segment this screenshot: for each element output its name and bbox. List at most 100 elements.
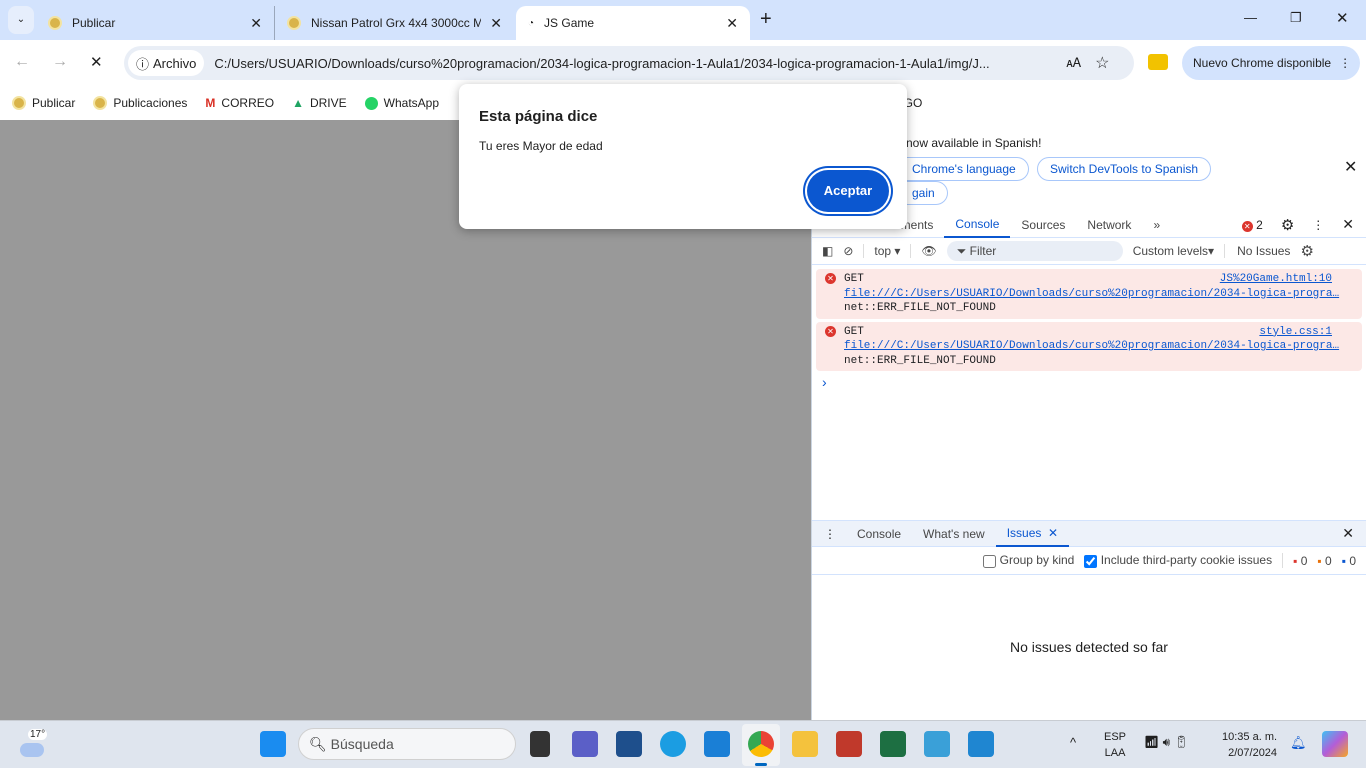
close-devtools-icon[interactable]: ✕ <box>1342 216 1354 233</box>
console-settings-icon[interactable]: ⚙ <box>1300 242 1313 260</box>
weather-widget[interactable]: 17° <box>18 729 48 759</box>
drawer-tab-whats-new[interactable]: What's new <box>912 521 996 547</box>
issues-button[interactable]: No Issues <box>1224 244 1290 258</box>
error-text: net::ERR_FILE_NOT_FOUND <box>844 354 996 367</box>
tab-publicar[interactable]: Publicar ✕ <box>36 6 274 40</box>
site-info-chip[interactable]: ⓘ Archivo <box>128 50 205 76</box>
log-levels-dropdown[interactable]: Custom levels▾ <box>1133 244 1214 258</box>
console-prompt[interactable]: › <box>812 374 1366 390</box>
more-tabs-icon[interactable]: » <box>1142 212 1171 238</box>
bookmark-label: CORREO <box>221 96 275 110</box>
count: 0 <box>1349 553 1356 568</box>
lang: ESP <box>1104 731 1127 743</box>
tab-label: Nissan Patrol Grx 4x4 3000cc M <box>311 16 481 30</box>
edge-icon[interactable] <box>660 731 686 757</box>
error-count-badge[interactable]: ✕ 2 <box>1241 218 1263 232</box>
tab-sources[interactable]: Sources <box>1010 212 1076 238</box>
bookmark-star-icon[interactable]: ☆ <box>1095 53 1109 73</box>
show-hidden-icons[interactable]: ^ <box>1070 735 1076 750</box>
extension-icon[interactable] <box>1148 54 1168 70</box>
chrome-taskbar-button[interactable] <box>742 724 780 766</box>
dont-show-again-button[interactable]: gain <box>900 181 948 205</box>
bookmark-publicar[interactable]: Publicar <box>12 96 75 110</box>
tab-console[interactable]: Console <box>944 212 1011 238</box>
language-indicator[interactable]: ESP LAA <box>1104 729 1126 761</box>
restore-button[interactable]: ❐ <box>1290 10 1302 26</box>
bookmark-label: WhatsApp <box>383 96 440 110</box>
issue-count-error: ▪ 0 <box>1293 554 1307 568</box>
switch-spanish-button[interactable]: Switch DevTools to Spanish <box>1037 157 1212 181</box>
settings-icon[interactable]: ⚙ <box>1281 216 1294 234</box>
new-tab-button[interactable]: + <box>760 8 772 31</box>
chrome-icon <box>748 731 774 757</box>
bookmark-drive[interactable]: ▲ DRIVE <box>292 96 347 110</box>
vscode-icon[interactable] <box>968 731 994 757</box>
bookmark-publicaciones[interactable]: Publicaciones <box>93 96 187 110</box>
bookmark-whatsapp[interactable]: WhatsApp <box>364 96 440 110</box>
tab-search-button[interactable]: ⌄ <box>8 6 34 34</box>
file-explorer-icon[interactable] <box>792 731 818 757</box>
layout: LAA <box>1104 747 1126 759</box>
minimize-button[interactable]: — <box>1244 10 1257 25</box>
start-icon[interactable] <box>260 731 286 757</box>
drawer-menu-icon[interactable]: ⋮ <box>812 527 846 541</box>
accept-button[interactable]: Aceptar <box>807 170 889 212</box>
url-link[interactable]: file:///C:/Users/USUARIO/Downloads/curso… <box>844 340 1339 352</box>
notepad-icon[interactable] <box>924 731 950 757</box>
update-chrome-button[interactable]: Nuevo Chrome disponible ⋮ <box>1182 46 1360 80</box>
clear-console-icon[interactable]: ⊘ <box>843 244 853 258</box>
info-flag-icon: ▪ <box>1341 553 1346 568</box>
network-volume-battery-icons[interactable]: 📶︎ 🔊︎ 🔋︎ <box>1144 735 1189 750</box>
close-drawer-icon[interactable]: ✕ <box>1342 525 1366 542</box>
live-expression-icon[interactable]: 👁 <box>910 244 937 258</box>
group-by-kind-checkbox[interactable]: Group by kind <box>983 553 1074 568</box>
pdf-icon[interactable] <box>836 731 862 757</box>
translate-icon[interactable]: 🗚 <box>1066 55 1081 71</box>
forward-button[interactable]: → <box>52 53 68 71</box>
excel-icon[interactable] <box>880 731 906 757</box>
filter-input[interactable]: ⏷ Filter <box>946 241 1123 261</box>
tab-js-game[interactable]: ◔ JS Game ✕ <box>516 6 750 40</box>
tab-nissan[interactable]: Nissan Patrol Grx 4x4 3000cc M ✕ <box>274 6 514 40</box>
close-tab-icon[interactable]: ✕ <box>250 15 262 32</box>
drawer-tab-issues[interactable]: Issues ✕ <box>995 521 1070 547</box>
store-icon[interactable] <box>616 731 642 757</box>
error-icon: ✕ <box>1241 220 1253 232</box>
temperature: 17° <box>28 729 48 740</box>
close-tab-icon[interactable]: ✕ <box>490 15 502 32</box>
mail-icon[interactable] <box>704 731 730 757</box>
search-box[interactable]: 🔍︎ Búsqueda <box>298 728 516 760</box>
clock[interactable]: 10:35 a. m. 2/07/2024 <box>1222 729 1277 761</box>
stop-button[interactable]: ✕ <box>90 53 103 71</box>
bookmark-correo[interactable]: M CORREO <box>205 96 274 110</box>
issue-count-warning: ▪ 0 <box>1317 554 1331 568</box>
close-window-button[interactable]: ✕ <box>1336 9 1349 27</box>
context-label: top <box>874 244 892 258</box>
bookmark-label: Publicaciones <box>113 96 188 110</box>
tab-strip: ⌄ Publicar ✕ Nissan Patrol Grx 4x4 3000cc… <box>0 0 1366 40</box>
more-menu-icon[interactable]: ⋮ <box>1312 218 1324 232</box>
close-banner-icon[interactable]: ✕ <box>1344 157 1357 177</box>
context-selector[interactable]: top ▾ <box>863 244 900 258</box>
notification-bell-icon[interactable]: 🔔︎ <box>1290 735 1307 751</box>
tab-network[interactable]: Network <box>1076 212 1142 238</box>
task-view-icon[interactable] <box>530 731 550 757</box>
match-language-button[interactable]: Chrome's language <box>900 157 1029 181</box>
bookmark-label: Publicar <box>32 96 76 110</box>
close-tab-icon[interactable]: ✕ <box>726 15 738 32</box>
console-toolbar: ◧ ⊘ top ▾ 👁 ⏷ Filter Custom levels▾ No I… <box>812 238 1366 265</box>
sidebar-toggle-icon[interactable]: ◧ <box>822 244 833 258</box>
drawer-tab-console[interactable]: Console <box>846 521 912 547</box>
copilot-icon[interactable] <box>1322 731 1348 757</box>
address-bar[interactable]: ⓘ Archivo C:/Users/USUARIO/Downloads/curs… <box>124 46 1134 80</box>
back-button[interactable]: ← <box>14 53 30 71</box>
teams-icon[interactable] <box>572 731 598 757</box>
close-tab-icon[interactable]: ✕ <box>1048 526 1058 540</box>
url-link[interactable]: file:///C:/Users/USUARIO/Downloads/curso… <box>844 288 1339 300</box>
source-link[interactable]: JS%20Game.html:10 <box>1220 272 1332 287</box>
no-issues-text: No issues detected so far <box>1010 639 1168 655</box>
console-error-row: ✕ GET JS%20Game.html:10 file:///C:/Users/US… <box>816 269 1362 319</box>
third-party-checkbox[interactable]: Include third-party cookie issues <box>1084 553 1284 568</box>
url-text[interactable]: C:/Users/USUARIO/Downloads/curso%20progr… <box>214 56 1054 71</box>
source-link[interactable]: style.css:1 <box>1259 325 1332 340</box>
